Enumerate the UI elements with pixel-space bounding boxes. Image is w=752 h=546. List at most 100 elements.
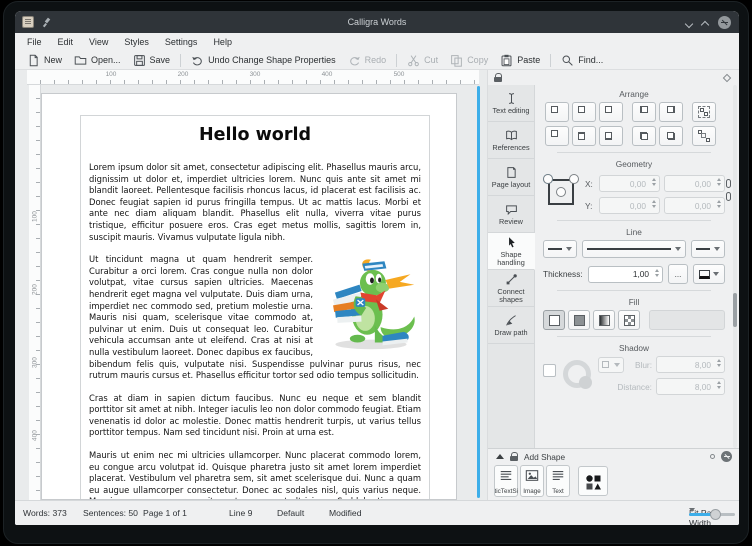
maximize-button[interactable] (702, 19, 709, 26)
fill-none-button[interactable] (543, 310, 565, 330)
tab-draw-path[interactable]: Draw path (488, 307, 534, 344)
tab-shape-handling[interactable]: Shape handling (488, 233, 535, 270)
find-button[interactable]: Find... (555, 52, 609, 69)
line-start-marker-select[interactable] (543, 240, 577, 258)
fill-pattern-button[interactable] (618, 310, 640, 330)
y-position-field[interactable]: 0,00 (599, 197, 660, 214)
bring-to-front-button[interactable] (545, 102, 569, 122)
float-docker-icon[interactable] (710, 454, 715, 459)
menu-settings[interactable]: Settings (165, 37, 198, 47)
line-color-button[interactable] (693, 264, 725, 284)
shadow-angle-selector[interactable] (563, 360, 591, 388)
tab-references[interactable]: References (488, 122, 534, 159)
sentence-count[interactable]: Sentences: 50 (83, 508, 138, 518)
align-left-button[interactable] (572, 126, 596, 146)
anchor-top-right[interactable] (569, 174, 579, 184)
fill-gradient-button[interactable] (593, 310, 615, 330)
y-label: Y: (585, 201, 595, 211)
add-image-shape-button[interactable]: Image (520, 465, 544, 497)
raise-shape-button[interactable] (572, 102, 596, 122)
style-indicator[interactable]: Default (277, 508, 304, 518)
tab-review[interactable]: Review (488, 196, 534, 233)
copy-button[interactable]: Copy (444, 52, 494, 69)
anchor-center[interactable] (556, 187, 566, 197)
open-button[interactable]: Open... (68, 52, 127, 69)
tab-page-layout[interactable]: Page layout (488, 159, 534, 196)
add-static-text-shape-button[interactable]: ticTextSi (494, 465, 518, 497)
group-icon (698, 106, 710, 118)
width-field[interactable]: 0,00 (664, 175, 725, 192)
x-position-field[interactable]: 0,00 (599, 175, 660, 192)
menu-styles[interactable]: Styles (124, 37, 149, 47)
tab-connect-shapes[interactable]: Connect shapes (488, 270, 534, 307)
undo-button[interactable]: Undo Change Shape Properties (185, 52, 342, 69)
lock-icon[interactable] (494, 73, 502, 82)
redo-button[interactable]: Redo (342, 52, 393, 69)
align-center-button[interactable] (659, 102, 683, 122)
keep-aspect-ratio-icon[interactable] (726, 192, 731, 201)
add-shape-title: Add Shape (524, 452, 565, 462)
no-fill-icon (549, 315, 560, 326)
tab-text-editing[interactable]: Text editing (488, 85, 534, 122)
word-count[interactable]: Words: 373 (23, 508, 67, 518)
fill-solid-button[interactable] (568, 310, 590, 330)
search-icon (561, 54, 574, 67)
vertical-ruler[interactable]: 100 200 300 400 500 (29, 85, 41, 500)
horizontal-ruler[interactable]: 100 200 300 400 500 (27, 70, 479, 85)
align-top-button[interactable] (632, 102, 656, 122)
text-frame[interactable]: Hello world Lorem ipsum dolor sit amet, … (80, 115, 430, 500)
line-options-button[interactable]: ... (668, 264, 688, 284)
align-center-icon (665, 106, 677, 118)
shadow-distance-field[interactable]: 8,00 (656, 378, 725, 395)
menu-file[interactable]: File (27, 37, 42, 47)
close-button[interactable] (718, 16, 731, 29)
menu-view[interactable]: View (89, 37, 108, 47)
zoom-slider[interactable] (689, 508, 735, 520)
x-label: X: (585, 179, 595, 189)
cut-button[interactable]: Cut (401, 52, 444, 69)
arrange-section-title: Arrange (543, 89, 725, 99)
document-page[interactable]: Hello world Lorem ipsum dolor sit amet, … (41, 93, 457, 500)
page-indicator[interactable]: Page 1 of 1 (143, 508, 187, 518)
title-bar[interactable]: Calligra Words (15, 11, 739, 33)
lock-icon[interactable] (510, 452, 518, 461)
document-vertical-scrollbar[interactable] (477, 86, 480, 498)
close-docker-icon[interactable] (721, 451, 732, 462)
shadow-enable-checkbox[interactable] (543, 364, 556, 377)
align-middle-button[interactable] (659, 126, 683, 146)
panel-scrollbar[interactable] (733, 85, 737, 448)
new-button[interactable]: New (21, 52, 68, 69)
paste-button[interactable]: Paste (494, 52, 546, 69)
toolbar-separator (180, 54, 181, 67)
group-shapes-button[interactable] (692, 102, 716, 122)
save-button[interactable]: Save (127, 52, 177, 69)
save-icon (133, 54, 146, 67)
menu-edit[interactable]: Edit (58, 37, 74, 47)
main-toolbar: New Open... Save Undo Change Shape Prope… (15, 51, 739, 70)
anchor-point-selector[interactable] (543, 174, 579, 210)
menu-help[interactable]: Help (213, 37, 232, 47)
konqi-mascot-image[interactable] (321, 254, 421, 354)
lower-shape-button[interactable] (599, 102, 623, 122)
align-bottom-button[interactable] (632, 126, 656, 146)
image-icon (525, 469, 539, 482)
collapse-docker-icon[interactable] (496, 454, 504, 459)
height-field[interactable]: 0,00 (664, 197, 725, 214)
align-left-icon (578, 130, 590, 142)
anchor-bottom-left[interactable] (543, 174, 553, 184)
shadow-blur-field[interactable]: 8,00 (656, 356, 725, 373)
shadow-style-select[interactable] (598, 357, 624, 373)
line-end-marker-select[interactable] (691, 240, 725, 258)
align-right-button[interactable] (599, 126, 623, 146)
zoom-slider-handle[interactable] (710, 509, 721, 520)
docker-settings-icon[interactable] (723, 73, 731, 81)
thickness-field[interactable]: 1,00 (588, 266, 663, 283)
pen-icon (505, 314, 518, 327)
line-style-select[interactable] (582, 240, 686, 258)
ungroup-shapes-button[interactable] (692, 126, 716, 146)
keep-aspect-ratio-icon[interactable] (726, 179, 731, 188)
minimize-button[interactable] (686, 19, 693, 26)
add-text-shape-button[interactable]: Text (546, 465, 570, 497)
shape-collection-button[interactable] (578, 466, 608, 496)
send-to-back-button[interactable] (545, 126, 569, 146)
